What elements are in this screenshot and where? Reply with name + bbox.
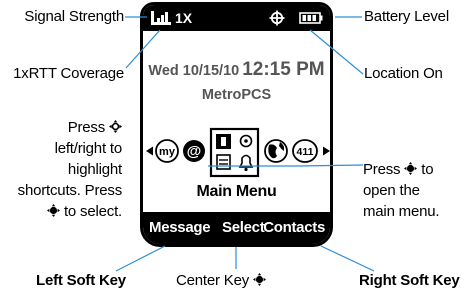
leader-line [125,29,161,69]
leader-line [320,245,375,272]
leader-line [296,164,364,167]
leader-line [309,29,364,75]
leader-lines [115,16,375,272]
leader-line [115,245,166,272]
